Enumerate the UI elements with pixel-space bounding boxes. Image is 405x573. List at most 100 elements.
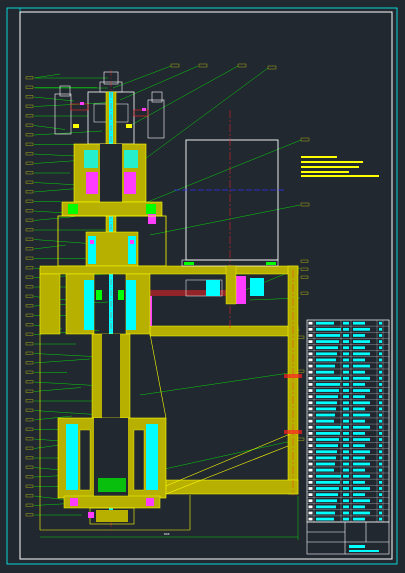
table-row-number — [308, 413, 313, 417]
seal-housing-upper — [61, 143, 163, 224]
table-cell-text — [353, 321, 365, 325]
table-cell-text — [379, 450, 382, 454]
ref-tag — [237, 63, 247, 68]
ref-tag — [25, 161, 34, 165]
ref-tag — [25, 247, 34, 251]
ref-tag — [25, 237, 34, 241]
strut-edge — [165, 433, 291, 487]
ref-tag — [25, 85, 34, 89]
leader-line — [33, 130, 103, 136]
gear-bearing-fill — [250, 278, 264, 296]
ref-tag — [25, 123, 34, 127]
table-cell-text — [316, 474, 341, 478]
seal-hatch — [124, 150, 138, 168]
table-row-number — [308, 474, 313, 478]
technical-notes — [301, 156, 379, 177]
table-row-number — [308, 511, 313, 515]
table-cell-text — [343, 376, 349, 380]
table-cell-text — [353, 468, 365, 472]
table-cell-text — [379, 425, 382, 429]
solenoid-right — [147, 99, 165, 139]
table-cell-text — [353, 456, 365, 460]
valve-mark — [80, 102, 84, 105]
table-cell-text — [379, 346, 382, 350]
port — [73, 124, 79, 128]
lower-nut — [63, 495, 161, 509]
seal-ring — [124, 172, 136, 194]
motor-coupling — [225, 265, 237, 305]
title-block-frame — [306, 521, 390, 555]
ref-tag — [25, 437, 34, 441]
motor-flange-mark — [266, 262, 276, 265]
table-cell-text — [379, 493, 382, 496]
table-cell-text — [316, 334, 340, 337]
table-cell-text — [343, 358, 349, 362]
table-cell-text — [353, 389, 370, 392]
table-row-number — [308, 487, 313, 490]
table-cell-text — [343, 395, 349, 399]
parts-list-table — [306, 319, 390, 523]
engineering-drawing: 840 — [6, 7, 398, 565]
ref-tag — [25, 494, 34, 498]
table-cell-text — [353, 499, 370, 503]
ref-tag — [25, 199, 34, 203]
port — [126, 124, 132, 128]
table-row-number — [308, 432, 313, 435]
table-cell-text — [316, 450, 337, 454]
column-mark — [96, 290, 102, 300]
table-cell-text — [316, 511, 335, 515]
note-line — [301, 156, 337, 158]
table-cell-text — [353, 444, 365, 448]
table-row-number — [308, 370, 313, 374]
table-cell-text — [343, 352, 349, 356]
ref-tag — [300, 267, 309, 271]
ref-tag — [25, 323, 34, 327]
table-cell-text — [343, 444, 349, 448]
table-cell-text — [343, 468, 349, 472]
column-body — [65, 273, 151, 425]
leader-line — [33, 96, 75, 102]
table-row-number — [308, 425, 313, 429]
ref-tag — [170, 63, 180, 68]
title-block-text — [349, 545, 365, 548]
table-cell-text — [353, 327, 370, 331]
leader-line — [112, 65, 172, 89]
ref-tag — [25, 446, 34, 450]
leader-line — [33, 102, 112, 107]
diagonal-strut — [149, 333, 291, 495]
lower-seal — [133, 429, 145, 491]
table-cell-text — [379, 517, 382, 521]
lower-nut-mark — [146, 498, 154, 506]
flange-bolt — [146, 204, 156, 214]
seal-ring — [86, 172, 98, 194]
table-cell-text — [316, 327, 341, 331]
table-cell-text — [343, 321, 349, 325]
strut-edge — [149, 333, 167, 419]
table-cell-text — [343, 450, 349, 454]
ref-tag — [300, 275, 309, 279]
table-cell-text — [379, 334, 382, 337]
table-cell-text — [353, 370, 365, 374]
table-cell-text — [316, 487, 339, 490]
table-row-number — [308, 438, 313, 441]
table-cell-text — [379, 352, 382, 356]
table-cell-text — [316, 438, 339, 441]
table-cell-text — [343, 499, 349, 503]
bearing-mark — [130, 240, 134, 244]
table-cell-text — [316, 340, 339, 343]
table-cell-text — [316, 505, 336, 509]
table-row-number — [308, 321, 313, 325]
table-cell-text — [353, 474, 370, 478]
table-row-number — [308, 493, 313, 496]
table-cell-text — [316, 376, 341, 380]
table-cell-text — [343, 432, 349, 435]
table-cell-text — [343, 340, 349, 343]
tool-tip-fill — [96, 510, 128, 522]
ref-tag — [25, 133, 34, 137]
table-cell-text — [316, 358, 336, 362]
table-cell-text — [316, 480, 340, 484]
ref-tag — [25, 190, 34, 194]
table-cell-text — [379, 499, 382, 503]
leader-line — [125, 65, 239, 129]
table-cell-text — [343, 505, 349, 509]
